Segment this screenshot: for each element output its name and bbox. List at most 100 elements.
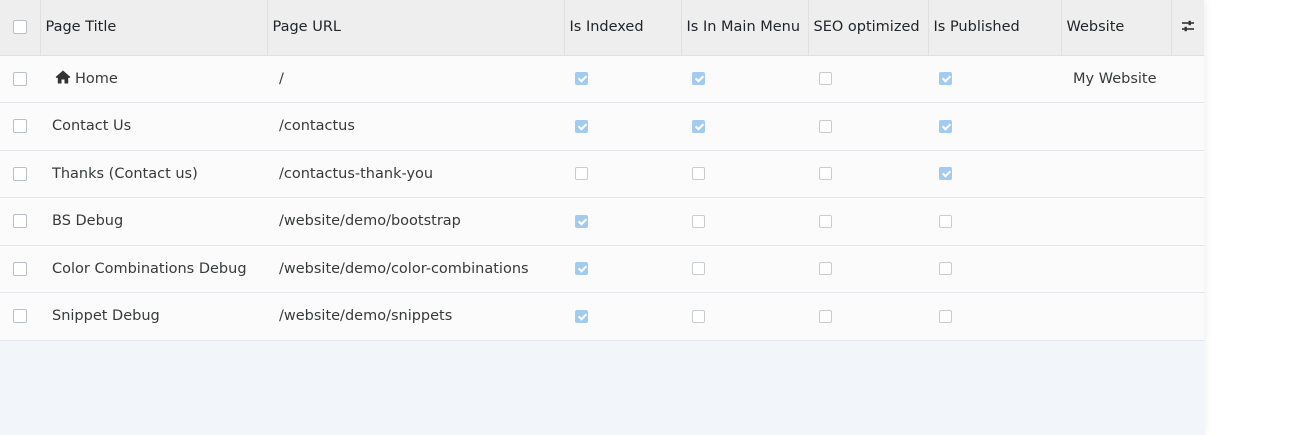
is-in-main-menu-checkbox[interactable]	[692, 72, 705, 86]
is-in-main-menu-cell	[681, 150, 808, 198]
row-select-cell	[0, 292, 40, 341]
row-spacer-cell	[1171, 197, 1204, 246]
is-indexed-cell	[564, 150, 681, 198]
page-title-text: Home	[75, 71, 118, 88]
seo-optimized-checkbox[interactable]	[819, 262, 832, 276]
page-title-cell[interactable]: Snippet Debug	[40, 292, 267, 341]
row-select-cell	[0, 150, 40, 198]
page-title-text: Snippet Debug	[52, 308, 160, 325]
seo-optimized-cell	[808, 292, 928, 341]
column-header-is-indexed[interactable]: Is Indexed	[564, 0, 682, 56]
website-cell[interactable]	[1061, 197, 1171, 246]
seo-optimized-checkbox[interactable]	[819, 214, 832, 228]
is-indexed-cell	[564, 197, 681, 246]
page-url-cell[interactable]: /website/demo/bootstrap	[267, 197, 564, 246]
table-body: Home / My Website Contact Us/contactus Thank…	[0, 55, 1204, 341]
is-indexed-checkbox[interactable]	[575, 72, 588, 86]
seo-optimized-cell	[808, 245, 928, 293]
select-all-checkbox[interactable]	[12, 20, 27, 35]
seo-optimized-cell	[808, 55, 928, 103]
seo-optimized-cell	[808, 197, 928, 246]
page-url-cell[interactable]: /website/demo/color-combinations	[267, 245, 564, 293]
is-indexed-checkbox[interactable]	[575, 119, 588, 133]
row-select-checkbox[interactable]	[13, 261, 27, 276]
is-in-main-menu-checkbox[interactable]	[692, 214, 705, 228]
is-published-cell	[928, 245, 1061, 293]
row-select-checkbox[interactable]	[13, 309, 27, 324]
column-header-seo-optimized[interactable]: SEO optimized	[808, 0, 929, 56]
table-row[interactable]: BS Debug/website/demo/bootstrap	[0, 197, 1204, 246]
column-header-is-in-main-menu[interactable]: Is In Main Menu	[681, 0, 809, 56]
row-spacer-cell	[1171, 292, 1204, 341]
page-title-cell[interactable]: Contact Us	[40, 102, 267, 151]
row-select-checkbox[interactable]	[13, 119, 27, 134]
is-in-main-menu-cell	[681, 55, 808, 103]
is-indexed-checkbox[interactable]	[575, 262, 588, 276]
table-row[interactable]: Color Combinations Debug/website/demo/co…	[0, 245, 1204, 293]
page-title-cell[interactable]: BS Debug	[40, 197, 267, 246]
page-title-text: Thanks (Contact us)	[52, 165, 198, 182]
is-indexed-checkbox[interactable]	[575, 167, 588, 181]
seo-optimized-cell	[808, 102, 928, 151]
row-select-cell	[0, 245, 40, 293]
is-in-main-menu-checkbox[interactable]	[692, 262, 705, 276]
row-spacer-cell	[1171, 150, 1204, 198]
is-published-checkbox[interactable]	[939, 72, 952, 86]
page-url-cell[interactable]: /	[267, 55, 564, 103]
is-published-checkbox[interactable]	[939, 262, 952, 276]
website-cell[interactable]	[1061, 245, 1171, 293]
is-indexed-cell	[564, 245, 681, 293]
seo-optimized-checkbox[interactable]	[819, 309, 832, 323]
row-spacer-cell	[1171, 55, 1204, 103]
home-icon	[55, 70, 71, 84]
seo-optimized-checkbox[interactable]	[819, 167, 832, 181]
table-row[interactable]: Contact Us/contactus	[0, 102, 1204, 151]
is-indexed-cell	[564, 55, 681, 103]
seo-optimized-checkbox[interactable]	[819, 72, 832, 86]
page-title-text: Contact Us	[52, 118, 132, 135]
column-header-website[interactable]: Website	[1061, 0, 1172, 56]
optional-columns-toggle[interactable]	[1171, 0, 1204, 56]
column-header-page-title[interactable]: Page Title	[40, 0, 268, 56]
column-header-page-url[interactable]: Page URL	[267, 0, 565, 56]
row-spacer-cell	[1171, 102, 1204, 151]
website-cell[interactable]	[1061, 292, 1171, 341]
page-title-text: Color Combinations Debug	[52, 260, 247, 277]
table-row[interactable]: Home / My Website	[0, 55, 1204, 103]
is-published-checkbox[interactable]	[939, 167, 952, 181]
column-header-is-published[interactable]: Is Published	[928, 0, 1062, 56]
settings-sliders-icon	[1181, 21, 1194, 32]
is-published-cell	[928, 292, 1061, 341]
page-title-cell[interactable]: Thanks (Contact us)	[40, 150, 267, 198]
is-published-checkbox[interactable]	[939, 309, 952, 323]
is-published-checkbox[interactable]	[939, 119, 952, 133]
row-select-checkbox[interactable]	[13, 71, 27, 86]
is-published-checkbox[interactable]	[939, 214, 952, 228]
select-all-cell	[0, 0, 41, 56]
page-url-cell[interactable]: /contactus-thank-you	[267, 150, 564, 198]
seo-optimized-cell	[808, 150, 928, 198]
table-row[interactable]: Thanks (Contact us) /contactus-thank-you	[0, 150, 1204, 198]
page-title-cell[interactable]: Home	[40, 55, 267, 103]
page-url-cell[interactable]: /contactus	[267, 102, 564, 151]
is-indexed-checkbox[interactable]	[575, 214, 588, 228]
website-cell[interactable]	[1061, 102, 1171, 151]
page-title-cell[interactable]: Color Combinations Debug	[40, 245, 267, 293]
page-title-text: BS Debug	[52, 213, 124, 230]
seo-optimized-checkbox[interactable]	[819, 119, 832, 133]
is-in-main-menu-checkbox[interactable]	[692, 167, 705, 181]
row-select-checkbox[interactable]	[13, 214, 27, 229]
pages-table: Page Title Page URL Is Indexed Is In Mai…	[0, 0, 1204, 341]
row-select-checkbox[interactable]	[13, 166, 27, 181]
is-in-main-menu-cell	[681, 197, 808, 246]
website-cell[interactable]: My Website	[1061, 55, 1171, 103]
list-view-panel: Page Title Page URL Is Indexed Is In Mai…	[0, 0, 1204, 435]
table-row[interactable]: Snippet Debug/website/demo/snippets	[0, 292, 1204, 341]
row-select-cell	[0, 55, 40, 103]
is-in-main-menu-checkbox[interactable]	[692, 309, 705, 323]
is-in-main-menu-checkbox[interactable]	[692, 119, 705, 133]
is-indexed-cell	[564, 292, 681, 341]
is-indexed-checkbox[interactable]	[575, 309, 588, 323]
website-cell[interactable]	[1061, 150, 1171, 198]
page-url-cell[interactable]: /website/demo/snippets	[267, 292, 564, 341]
